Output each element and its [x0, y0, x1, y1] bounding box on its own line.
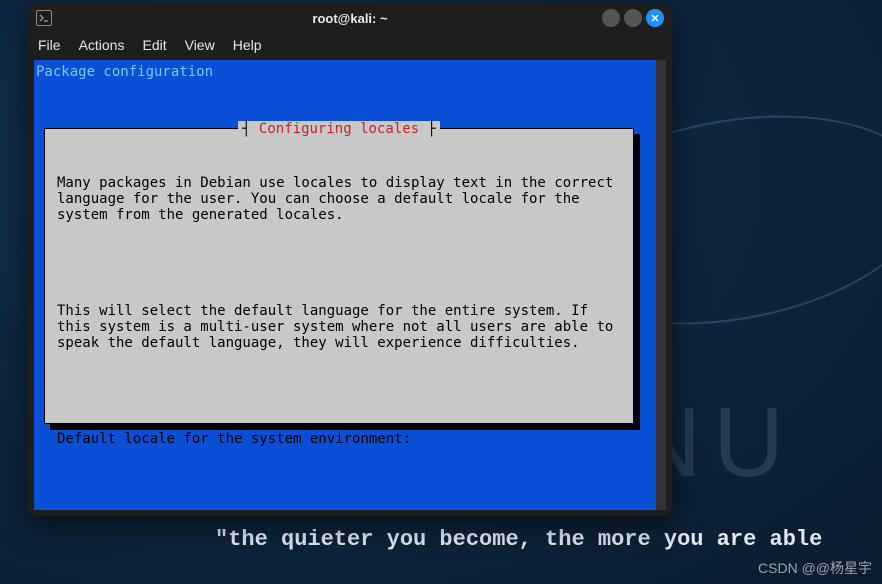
- package-config-header: Package configuration: [34, 60, 666, 84]
- dialog-prompt: Default locale for the system environmen…: [57, 431, 621, 447]
- maximize-button[interactable]: [624, 9, 642, 27]
- scrollbar[interactable]: [656, 60, 666, 510]
- terminal-content[interactable]: Package configuration ┤ Configuring loca…: [34, 60, 666, 510]
- menu-actions[interactable]: Actions: [79, 37, 125, 53]
- terminal-window: root@kali: ~ File Actions Edit View Help…: [28, 4, 672, 516]
- window-title: root@kali: ~: [28, 11, 672, 26]
- locale-option-list: None C.UTF-8 zh_CN.UTF-8: [57, 509, 621, 516]
- title-frame-right: ├: [419, 121, 436, 137]
- dialog-body: Many packages in Debian use locales to d…: [45, 129, 633, 516]
- dialog-title: Configuring locales: [259, 121, 419, 137]
- terminal-app-icon: [36, 10, 52, 26]
- dialog-paragraph-2: This will select the default language fo…: [57, 303, 621, 351]
- menubar: File Actions Edit View Help: [28, 32, 672, 58]
- close-button[interactable]: [646, 9, 664, 27]
- minimize-button[interactable]: [602, 9, 620, 27]
- menu-help[interactable]: Help: [233, 37, 262, 53]
- bg-tagline: "the quieter you become, the more you ar…: [215, 527, 882, 552]
- window-titlebar[interactable]: root@kali: ~: [28, 4, 672, 32]
- csdn-watermark: CSDN @@杨星宇: [758, 558, 872, 578]
- menu-view[interactable]: View: [185, 37, 215, 53]
- dialog-title-row: ┤ Configuring locales ├: [45, 121, 633, 137]
- menu-file[interactable]: File: [38, 37, 61, 53]
- dialog-paragraph-1: Many packages in Debian use locales to d…: [57, 175, 621, 223]
- config-dialog: ┤ Configuring locales ├ Many packages in…: [44, 128, 634, 424]
- window-controls: [602, 9, 664, 27]
- title-frame-left: ┤: [242, 121, 259, 137]
- menu-edit[interactable]: Edit: [142, 37, 166, 53]
